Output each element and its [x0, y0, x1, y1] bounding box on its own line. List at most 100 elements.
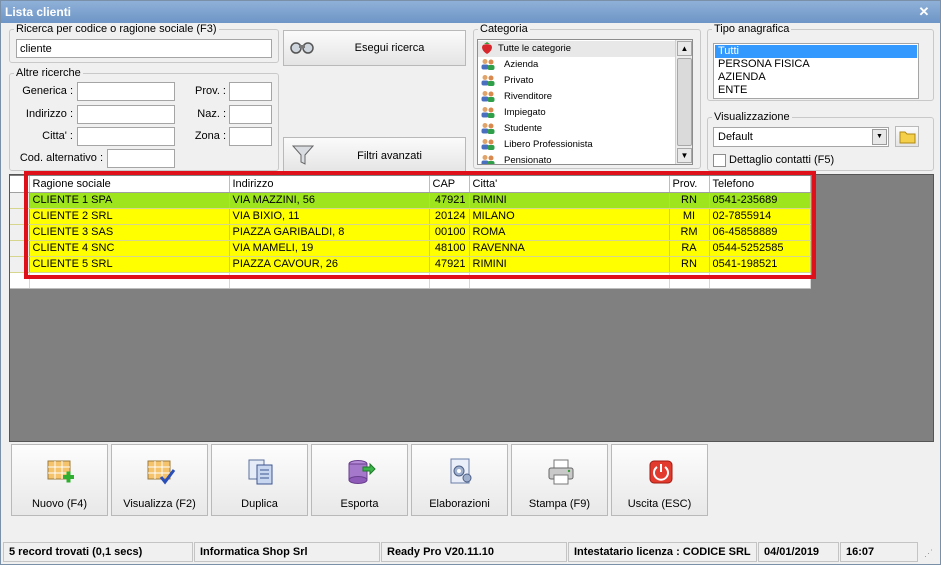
categoria-item[interactable]: Pensionato [478, 153, 675, 165]
categoria-item[interactable]: Libero Professionista [478, 137, 675, 153]
table-cell: PIAZZA GARIBALDI, 8 [229, 224, 430, 241]
status-version: Ready Pro V20.11.10 [381, 542, 567, 562]
table-cell: 47921 [429, 256, 470, 273]
generica-label: Generica : [22, 85, 73, 97]
table-row[interactable]: CLIENTE 2 SRL VIA BIXIO, 11 20124 MILANO MI 0… [10, 208, 811, 225]
tipo-item[interactable]: ENTE [715, 84, 917, 97]
citta-input[interactable] [77, 127, 175, 146]
col-prov[interactable]: Prov. [669, 176, 710, 193]
categoria-item[interactable]: Privato [478, 73, 675, 89]
dettaglio-checkbox[interactable] [713, 154, 726, 167]
row-indicator-header [10, 176, 30, 193]
close-icon[interactable]: ✕ [916, 4, 932, 20]
dettaglio-label: Dettaglio contatti (F5) [729, 154, 835, 166]
table-cell: CLIENTE 4 SNC [29, 240, 230, 257]
table-row[interactable]: CLIENTE 5 SRL PIAZZA CAVOUR, 26 47921 RIMIN… [10, 256, 811, 273]
duplica-button[interactable]: Duplica [211, 444, 308, 516]
categoria-item[interactable]: Rivenditore [478, 89, 675, 105]
naz-label: Naz. : [197, 108, 226, 120]
visualizza-button[interactable]: Visualizza (F2) [111, 444, 208, 516]
power-exit-icon [649, 460, 673, 484]
table-cell: 02-7855914 [709, 208, 811, 225]
categoria-item[interactable]: Azienda [478, 57, 675, 73]
categoria-item[interactable]: Impiegato [478, 105, 675, 121]
categoria-item[interactable]: Studente [478, 121, 675, 137]
search-input[interactable] [16, 39, 272, 58]
table-cell: MI [669, 208, 710, 225]
duplicate-icon [248, 459, 273, 485]
table-cell: 0541-235689 [709, 192, 811, 209]
scroll-down-icon[interactable]: ▼ [677, 148, 692, 163]
col-citta[interactable]: Citta' [469, 176, 670, 193]
status-time: 16:07 [840, 542, 918, 562]
status-date: 04/01/2019 [758, 542, 839, 562]
row-indicator[interactable] [10, 240, 30, 257]
main-window: Lista clienti ✕ Ricerca per codice o rag… [0, 0, 941, 565]
table-cell [29, 272, 230, 289]
generica-input[interactable] [77, 82, 175, 101]
categoria-item-label: Libero Professionista [504, 139, 593, 150]
table-cell [669, 272, 710, 289]
export-database-icon [348, 460, 376, 484]
col-telefono[interactable]: Telefono [709, 176, 811, 193]
users-icon [480, 106, 495, 119]
stampa-button[interactable]: Stampa (F9) [511, 444, 608, 516]
naz-input[interactable] [229, 105, 272, 124]
table-cell: 00100 [429, 224, 470, 241]
categoria-item-label: Impiegato [504, 107, 546, 118]
row-indicator[interactable] [10, 224, 30, 241]
table-cell: CLIENTE 5 SRL [29, 256, 230, 273]
tipo-item[interactable]: AZIENDA [715, 71, 917, 84]
categoria-item-label: Pensionato [504, 155, 552, 165]
col-ragione-sociale[interactable]: Ragione sociale [29, 176, 230, 193]
elaborazioni-label: Elaborazioni [429, 498, 490, 510]
search-button[interactable]: Esegui ricerca [283, 30, 466, 66]
advanced-filters-button[interactable]: Filtri avanzati [283, 137, 466, 173]
row-indicator[interactable] [10, 192, 30, 209]
uscita-button[interactable]: Uscita (ESC) [611, 444, 708, 516]
col-cap[interactable]: CAP [429, 176, 470, 193]
chevron-down-icon[interactable]: ▼ [872, 129, 887, 145]
indirizzo-input[interactable] [77, 105, 175, 124]
table-row[interactable]: CLIENTE 1 SPA VIA MAZZINI, 56 47921 RIMINI R… [10, 192, 811, 209]
scroll-up-icon[interactable]: ▲ [677, 41, 692, 56]
table-cell: 0541-198521 [709, 256, 811, 273]
other-search-legend: Altre ricerche [16, 67, 81, 79]
indirizzo-label: Indirizzo : [25, 108, 73, 120]
users-icon [480, 74, 495, 87]
categoria-item[interactable]: Tutte le categorie [478, 41, 675, 57]
table-cell: RAVENNA [469, 240, 670, 257]
table-cell [429, 272, 470, 289]
uscita-label: Uscita (ESC) [627, 498, 692, 510]
resize-grip-icon[interactable]: ⋰ [924, 548, 936, 560]
categoria-item-label: Studente [504, 123, 543, 134]
table-header: Ragione sociale Indirizzo CAP Citta' Pro… [10, 176, 811, 193]
visualizzazione-select[interactable]: Default ▼ [713, 127, 889, 147]
table-cell: MILANO [469, 208, 670, 225]
table-cell: 0544-5252585 [709, 240, 811, 257]
prov-input[interactable] [229, 82, 272, 101]
esporta-button[interactable]: Esporta [311, 444, 408, 516]
table-cell: CLIENTE 1 SPA [29, 192, 230, 209]
row-indicator[interactable] [10, 208, 30, 225]
table-cell [709, 272, 811, 289]
col-indirizzo[interactable]: Indirizzo [229, 176, 430, 193]
search-button-label: Esegui ricerca [354, 42, 425, 54]
table-row[interactable]: CLIENTE 4 SNC VIA MAMELI, 19 48100 RAVENNA R… [10, 240, 811, 257]
table-row[interactable]: CLIENTE 3 SAS PIAZZA GARIBALDI, 8 00100 ROM… [10, 224, 811, 241]
table-row-new[interactable] [10, 272, 811, 289]
nuovo-button[interactable]: Nuovo (F4) [11, 444, 108, 516]
categoria-scrollbar[interactable]: ▲ ▼ [675, 40, 692, 164]
folder-button[interactable] [895, 126, 919, 147]
zona-input[interactable] [229, 127, 272, 146]
users-icon [480, 138, 495, 151]
tipo-item[interactable]: Tutti [715, 45, 917, 58]
table-cell [229, 272, 430, 289]
table-cell: CLIENTE 3 SAS [29, 224, 230, 241]
table-cell: 47921 [429, 192, 470, 209]
row-indicator[interactable] [10, 256, 30, 273]
scroll-thumb[interactable] [677, 58, 692, 146]
tipo-item[interactable]: PERSONA FISICA [715, 58, 917, 71]
elaborazioni-button[interactable]: Elaborazioni [411, 444, 508, 516]
cod-alt-input[interactable] [107, 149, 175, 168]
